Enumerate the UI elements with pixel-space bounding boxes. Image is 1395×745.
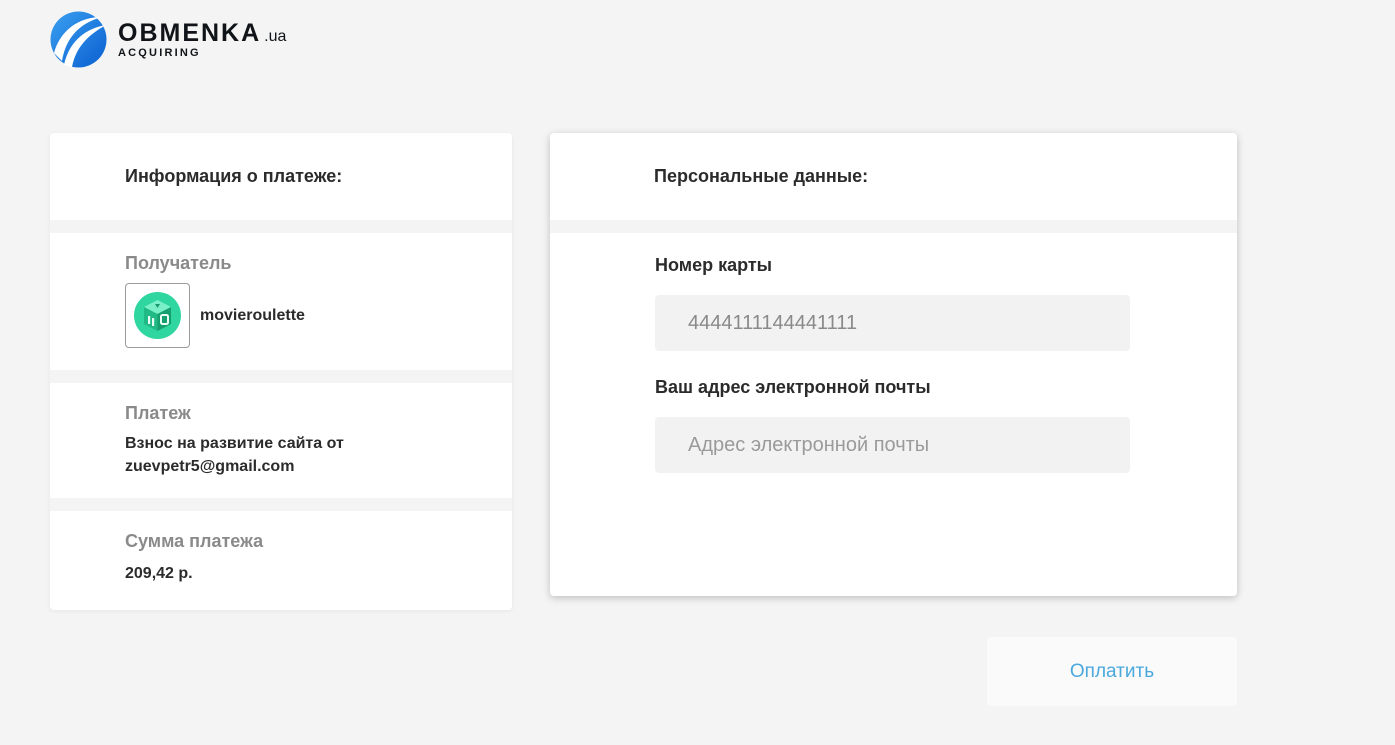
movieroulette-logo-icon (134, 292, 181, 339)
payment-info-card: Информация о платеже: Получатель moviero… (50, 133, 512, 610)
card-number-label: Номер карты (655, 255, 773, 275)
personal-data-title: Персональные данные: (654, 166, 869, 186)
amount-value: 209,42 р. (125, 565, 193, 582)
payment-label: Платеж (125, 403, 191, 423)
recipient-name: movieroulette (200, 306, 305, 324)
pay-button[interactable]: Оплатить (987, 637, 1237, 706)
divider (550, 220, 1237, 233)
personal-form: Номер карты Ваш адрес электронной почты (550, 233, 1237, 473)
logo-name: OBMENKA (118, 19, 262, 47)
divider (50, 220, 512, 233)
payment-description-line1: Взнос на развитие сайта от (125, 435, 344, 452)
recipient-label: Получатель (125, 253, 232, 273)
obmenka-logo-icon (50, 11, 107, 68)
logo: OBMENKA .ua ACQUIRING (50, 11, 286, 68)
recipient-section: Получатель movieroulette (50, 233, 512, 370)
divider (50, 370, 512, 383)
amount-section: Сумма платежа 209,42 р. (50, 511, 512, 610)
email-label: Ваш адрес электронной почты (655, 377, 931, 397)
card-number-input[interactable] (655, 295, 1130, 351)
payment-description: Взнос на развитие сайта от zuevpetr5@gma… (125, 432, 512, 478)
recipient-avatar (125, 283, 190, 348)
logo-subtitle: ACQUIRING (118, 47, 201, 59)
personal-data-card: Персональные данные: Номер карты Ваш адр… (550, 133, 1237, 596)
payment-section: Платеж Взнос на развитие сайта от zuevpe… (50, 383, 512, 498)
payment-info-title: Информация о платеже: (125, 166, 343, 186)
logo-tld: .ua (264, 28, 287, 45)
email-input[interactable] (655, 417, 1130, 473)
payment-description-line2: zuevpetr5@gmail.com (125, 458, 295, 475)
amount-label: Сумма платежа (125, 531, 264, 551)
divider (50, 498, 512, 511)
